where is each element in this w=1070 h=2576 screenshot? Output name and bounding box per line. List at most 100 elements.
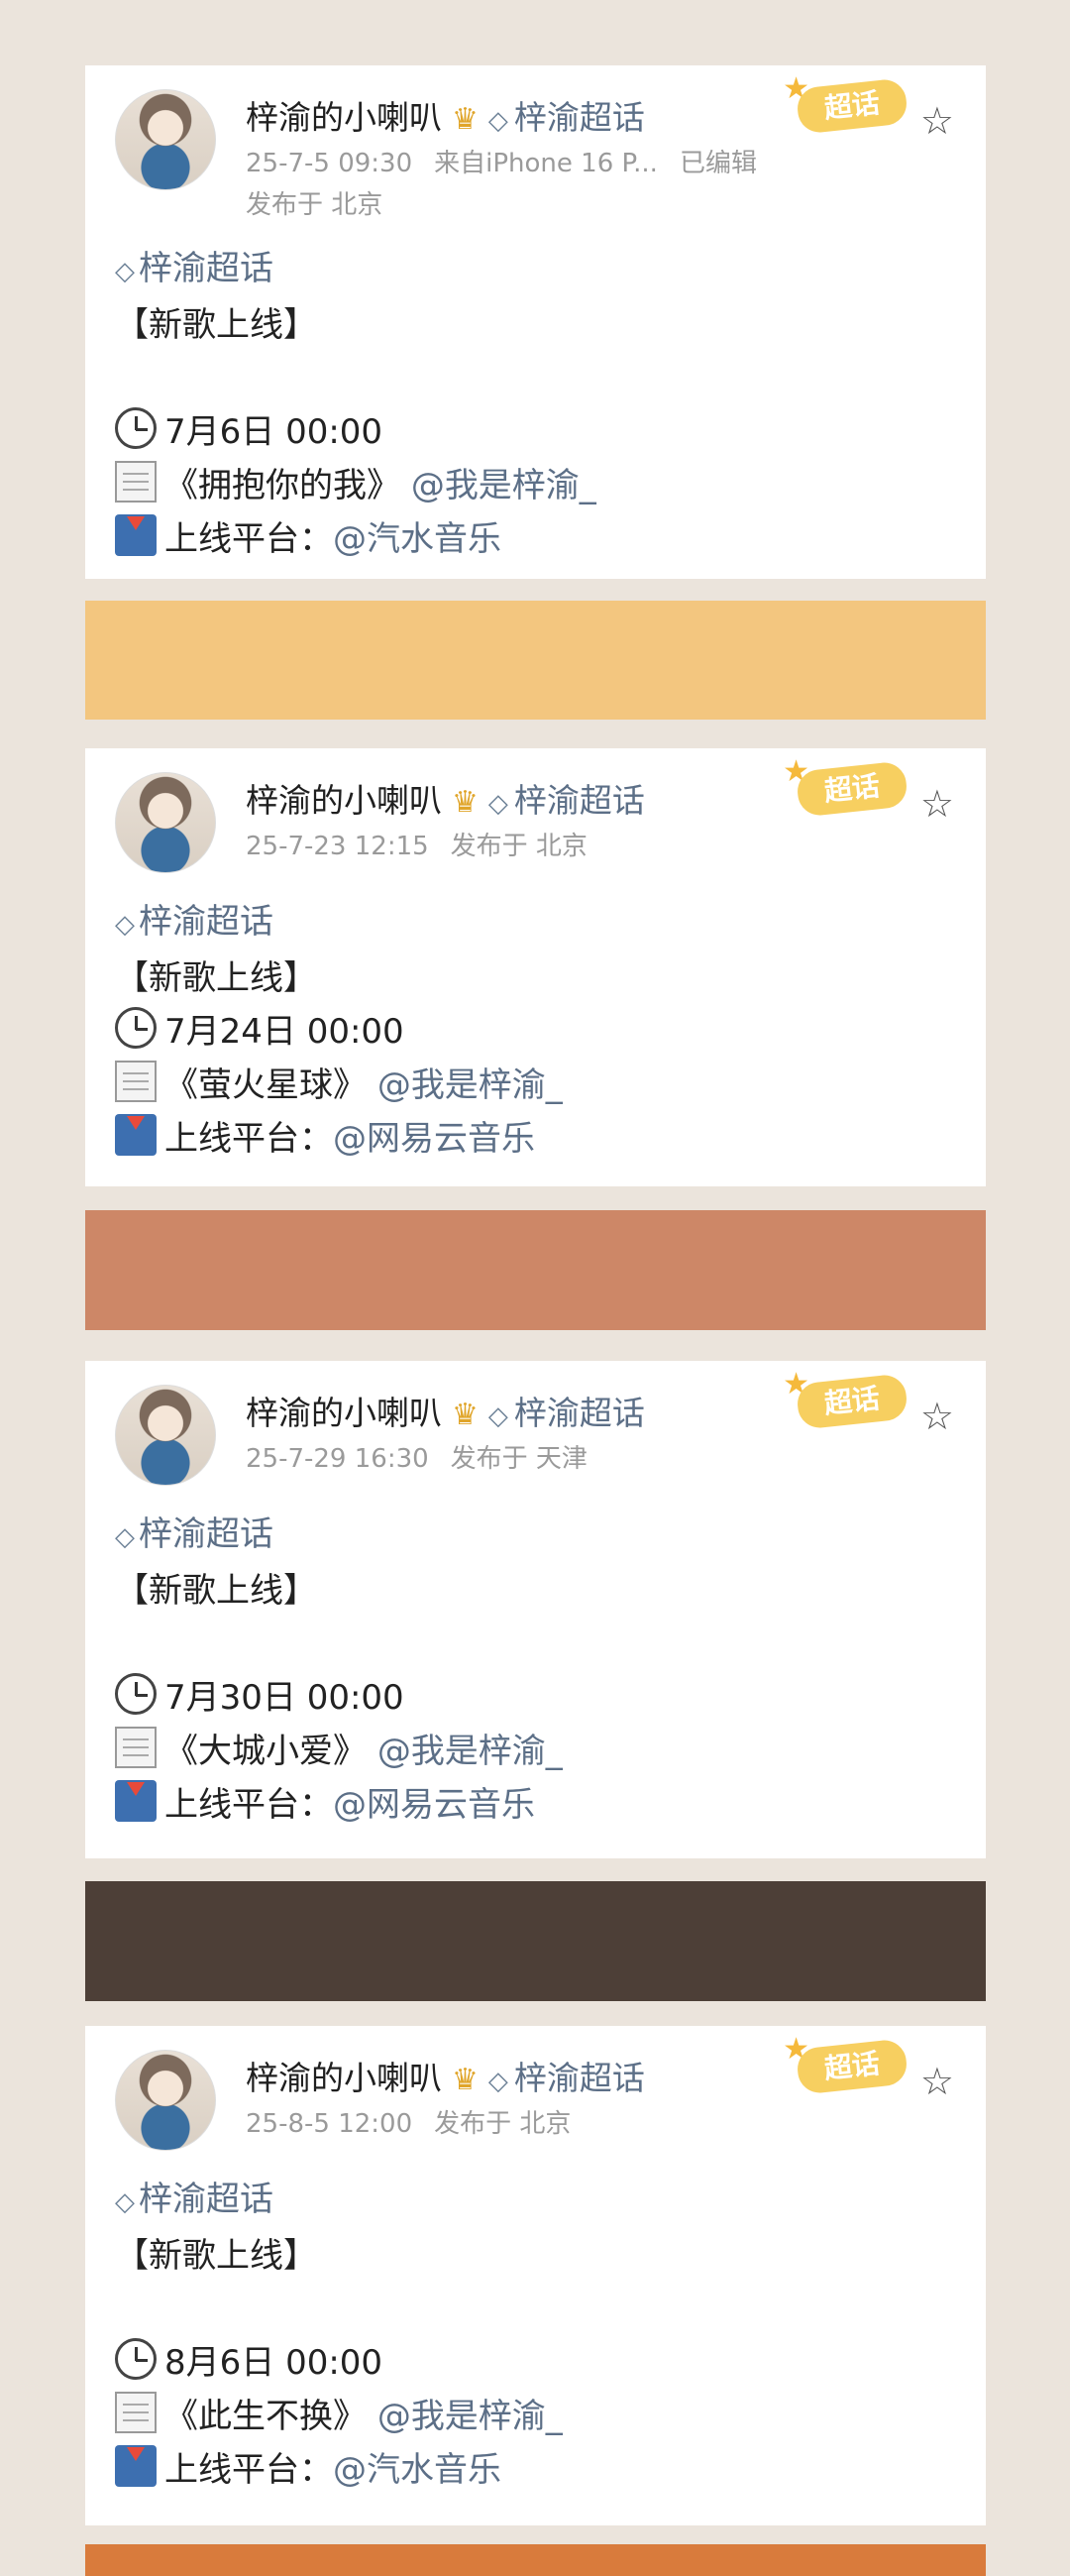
topic-tag-label[interactable]: 梓渝超话	[139, 2180, 273, 2219]
song-title: 《大城小爱》	[164, 1732, 367, 1771]
post-header: 梓渝的小喇叭 ♛ ◇ 梓渝超话	[246, 2052, 645, 2099]
platform-label: 上线平台：	[164, 519, 333, 559]
post-body: ◇ 梓渝超话 【新歌上线】 8月6日 00:00 《此生不换》 @我是梓渝_ 上线…	[115, 2173, 563, 2497]
post-meta: 25-8-5 12:00 发布于 北京	[246, 2103, 592, 2140]
username[interactable]: 梓渝的小喇叭	[246, 1394, 442, 1432]
song-line: 《萤火星球》 @我是梓渝_	[115, 1059, 563, 1112]
avatar[interactable]	[115, 772, 216, 873]
post-time: 25-7-23 12:15	[246, 832, 429, 861]
super-topic-link[interactable]: 梓渝超话	[514, 2059, 645, 2097]
topic-tag[interactable]: ◇ 梓渝超话	[115, 2173, 563, 2229]
platform-label: 上线平台：	[164, 1785, 333, 1825]
platform-mention[interactable]: @网易云音乐	[333, 1119, 535, 1159]
post-header: 梓渝的小喇叭 ♛ ◇ 梓渝超话	[246, 774, 645, 822]
post-time: 25-8-5 12:00	[246, 2109, 413, 2139]
post-location: 发布于 天津	[450, 1444, 588, 1474]
super-topic-badge[interactable]: 超话	[795, 2038, 910, 2095]
crown-icon: ♛	[452, 102, 479, 137]
platform-label: 上线平台：	[164, 2450, 333, 2490]
inbox-tray-icon	[115, 514, 157, 556]
song-line: 《大城小爱》 @我是梓渝_	[115, 1725, 563, 1778]
platform-line: 上线平台：@汽水音乐	[115, 2443, 563, 2497]
crown-icon: ♛	[452, 1398, 479, 1432]
song-line: 《拥抱你的我》 @我是梓渝_	[115, 459, 596, 512]
crown-icon: ♛	[452, 2063, 479, 2097]
username[interactable]: 梓渝的小喇叭	[246, 98, 442, 137]
song-title: 《拥抱你的我》	[164, 466, 400, 505]
favorite-star-icon[interactable]: ☆	[920, 99, 954, 143]
headline: 【新歌上线】	[115, 2236, 317, 2276]
diamond-icon: ◇	[115, 257, 135, 286]
post-location: 发布于 北京	[434, 2109, 572, 2139]
color-band	[85, 1881, 986, 2001]
username[interactable]: 梓渝的小喇叭	[246, 781, 442, 820]
platform-line: 上线平台：@汽水音乐	[115, 512, 596, 566]
clock-icon	[115, 1673, 157, 1715]
topic-tag[interactable]: ◇ 梓渝超话	[115, 242, 596, 298]
post-meta: 25-7-23 12:15 发布于 北京	[246, 826, 609, 862]
topic-tag[interactable]: ◇ 梓渝超话	[115, 1508, 563, 1564]
release-time-line: 7月30日 00:00	[115, 1671, 563, 1725]
favorite-star-icon[interactable]: ☆	[920, 782, 954, 826]
super-topic-badge[interactable]: 超话	[795, 77, 910, 135]
diamond-icon: ◇	[115, 2187, 135, 2217]
edited-label[interactable]: 已编辑	[680, 149, 757, 178]
memo-icon	[115, 2392, 157, 2433]
clock-icon	[115, 1007, 157, 1049]
song-line: 《此生不换》 @我是梓渝_	[115, 2390, 563, 2443]
release-time: 7月30日 00:00	[164, 1678, 404, 1718]
release-time-line: 8月6日 00:00	[115, 2336, 563, 2390]
topic-tag-label[interactable]: 梓渝超话	[139, 1514, 273, 1554]
platform-mention[interactable]: @网易云音乐	[333, 1785, 535, 1825]
post-time: 25-7-29 16:30	[246, 1444, 429, 1474]
username[interactable]: 梓渝的小喇叭	[246, 2059, 442, 2097]
memo-icon	[115, 1727, 157, 1768]
artist-mention[interactable]: @我是梓渝_	[411, 466, 596, 505]
platform-mention[interactable]: @汽水音乐	[333, 519, 501, 559]
diamond-icon: ◇	[115, 1522, 135, 1552]
avatar[interactable]	[115, 1385, 216, 1486]
post-card: 梓渝的小喇叭 ♛ ◇ 梓渝超话 25-7-23 12:15 发布于 北京 ★ 超话 ☆ …	[85, 748, 986, 1186]
post-header: 梓渝的小喇叭 ♛ ◇ 梓渝超话	[246, 1387, 645, 1434]
super-topic-link[interactable]: 梓渝超话	[514, 1394, 645, 1432]
avatar[interactable]	[115, 89, 216, 190]
release-time: 7月24日 00:00	[164, 1012, 404, 1052]
post-body: ◇ 梓渝超话 【新歌上线】 7月24日 00:00 《萤火星球》 @我是梓渝_ 上…	[115, 895, 563, 1166]
topic-tag-label[interactable]: 梓渝超话	[139, 902, 273, 942]
super-topic-link[interactable]: 梓渝超话	[514, 98, 645, 137]
platform-mention[interactable]: @汽水音乐	[333, 2450, 501, 2490]
post-location: 发布于 北京	[450, 832, 588, 861]
headline: 【新歌上线】	[115, 1571, 317, 1611]
release-time: 7月6日 00:00	[164, 412, 383, 452]
super-topic-link[interactable]: 梓渝超话	[514, 781, 645, 820]
super-topic-badge[interactable]: 超话	[795, 1373, 910, 1430]
diamond-icon: ◇	[487, 106, 508, 136]
crown-icon: ♛	[452, 785, 479, 820]
avatar[interactable]	[115, 2050, 216, 2151]
inbox-tray-icon	[115, 2445, 157, 2487]
headline: 【新歌上线】	[115, 305, 317, 345]
artist-mention[interactable]: @我是梓渝_	[377, 1065, 563, 1105]
release-time-line: 7月6日 00:00	[115, 405, 596, 459]
post-body: ◇ 梓渝超话 【新歌上线】 7月6日 00:00 《拥抱你的我》 @我是梓渝_ 上…	[115, 242, 596, 566]
post-source: 来自iPhone 16 P...	[434, 149, 658, 178]
favorite-star-icon[interactable]: ☆	[920, 1395, 954, 1438]
topic-tag-label[interactable]: 梓渝超话	[139, 249, 273, 288]
artist-mention[interactable]: @我是梓渝_	[377, 2397, 563, 2436]
favorite-star-icon[interactable]: ☆	[920, 2060, 954, 2103]
diamond-icon: ◇	[115, 910, 135, 940]
song-title: 《萤火星球》	[164, 1065, 367, 1105]
artist-mention[interactable]: @我是梓渝_	[377, 1732, 563, 1771]
topic-tag[interactable]: ◇ 梓渝超话	[115, 895, 563, 952]
color-band	[85, 601, 986, 720]
diamond-icon: ◇	[487, 2067, 508, 2096]
platform-line: 上线平台：@网易云音乐	[115, 1112, 563, 1166]
inbox-tray-icon	[115, 1780, 157, 1822]
super-topic-badge[interactable]: 超话	[795, 760, 910, 818]
release-time: 8月6日 00:00	[164, 2343, 383, 2383]
post-meta: 25-7-5 09:30 来自iPhone 16 P... 已编辑	[246, 143, 779, 179]
post-card: 梓渝的小喇叭 ♛ ◇ 梓渝超话 25-8-5 12:00 发布于 北京 ★ 超话 ☆ ◇…	[85, 2026, 986, 2525]
diamond-icon: ◇	[487, 1401, 508, 1431]
